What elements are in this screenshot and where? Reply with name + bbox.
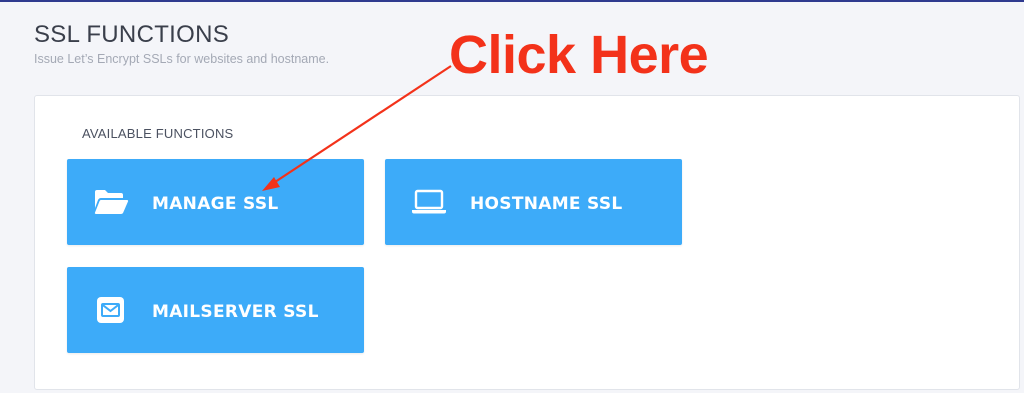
manage-ssl-label: MANAGE SSL <box>152 194 279 214</box>
page-title: SSL FUNCTIONS <box>34 21 230 48</box>
top-border <box>0 0 1024 2</box>
manage-ssl-button[interactable]: MANAGE SSL <box>67 159 364 245</box>
mail-icon <box>97 297 124 323</box>
folder-open-icon <box>94 190 129 214</box>
laptop-icon <box>412 189 446 214</box>
mailserver-ssl-button[interactable]: MAILSERVER SSL <box>67 267 364 353</box>
section-label: AVAILABLE FUNCTIONS <box>82 126 234 141</box>
hostname-ssl-label: HOSTNAME SSL <box>470 194 623 214</box>
page-subtitle: Issue Let’s Encrypt SSLs for websites an… <box>34 52 330 66</box>
hostname-ssl-button[interactable]: HOSTNAME SSL <box>385 159 682 245</box>
click-here-annotation: Click Here <box>449 25 709 85</box>
mailserver-ssl-label: MAILSERVER SSL <box>152 302 319 322</box>
